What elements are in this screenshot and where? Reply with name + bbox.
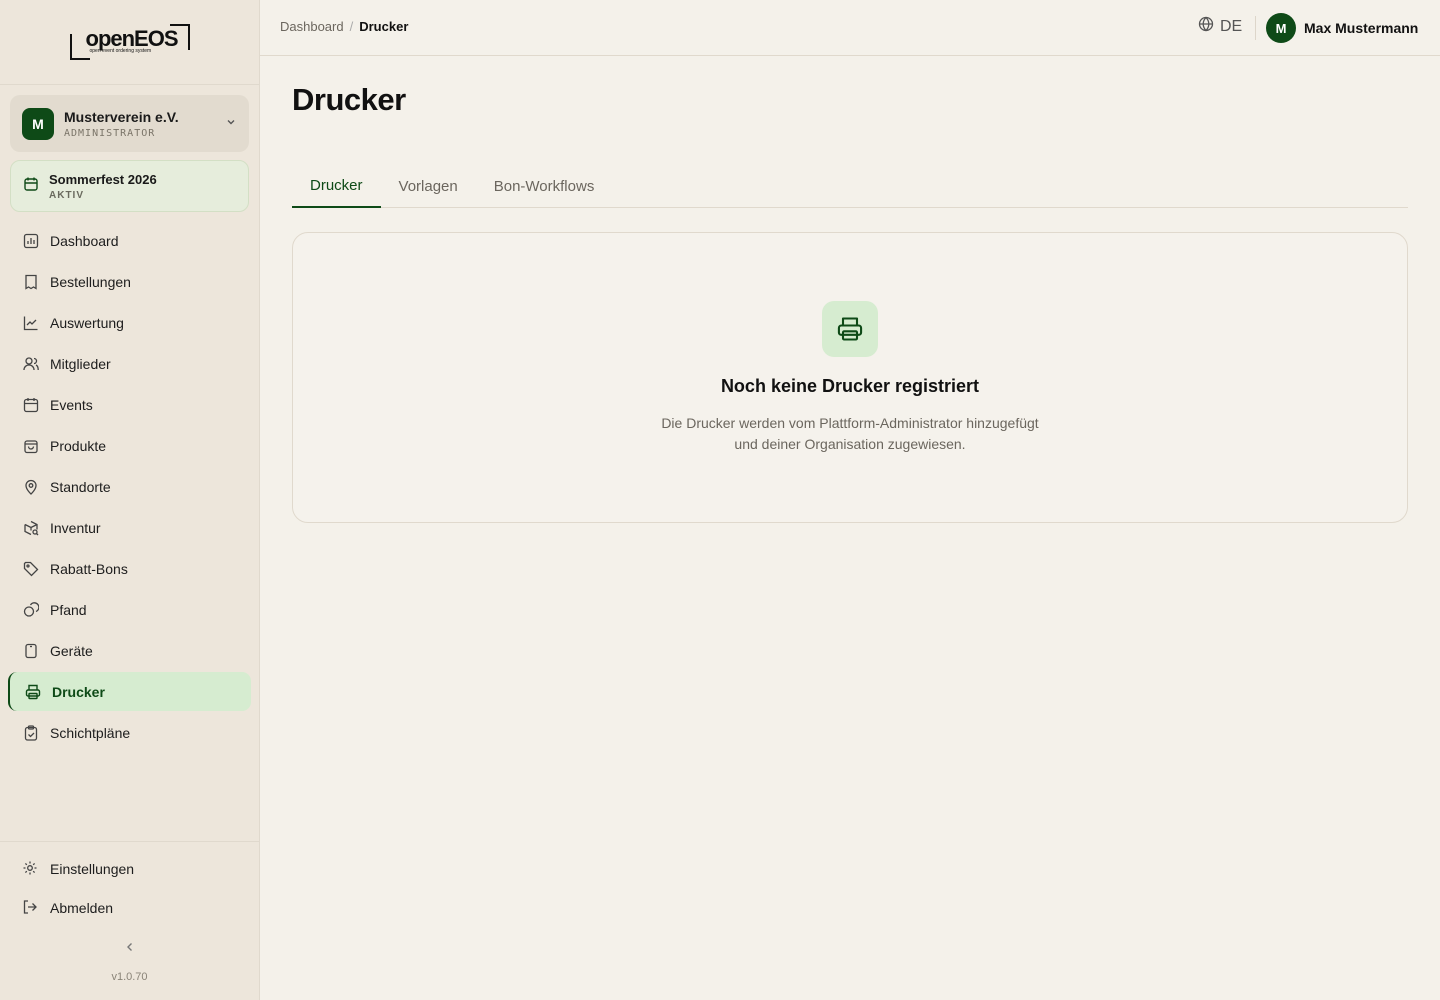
active-event-card[interactable]: Sommerfest 2026 AKTIV [10, 160, 249, 212]
sidebar-item-einstellungen[interactable]: Einstellungen [0, 849, 259, 888]
sidebar-item-label: Rabatt-Bons [50, 560, 128, 577]
app-version: v1.0.70 [111, 971, 148, 983]
sidebar-item-events[interactable]: Events [8, 385, 251, 424]
logo[interactable]: openEOS open event ordering system [69, 22, 190, 62]
sidebar-item-dashboard[interactable]: Dashboard [8, 221, 251, 260]
logout-button[interactable]: Abmelden [0, 888, 259, 927]
sidebar-nav: Dashboard Bestellungen Auswertung Mitgli… [8, 221, 251, 754]
empty-state-title: Noch keine Drucker registriert [720, 376, 980, 396]
tab-vorlagen[interactable]: Vorlagen [381, 164, 476, 208]
calendar-icon [23, 176, 39, 197]
sidebar-item-geraete[interactable]: Geräte [8, 631, 251, 670]
language-switcher[interactable]: DE [1198, 16, 1242, 37]
sidebar-item-bestellungen[interactable]: Bestellungen [8, 262, 251, 301]
sidebar-item-schichtplaene[interactable]: Schichtpläne [8, 713, 251, 752]
header-divider [1255, 16, 1256, 40]
calendar-icon [22, 396, 40, 414]
trend-icon [22, 314, 40, 332]
sidebar-item-auswertung[interactable]: Auswertung [8, 303, 251, 342]
sidebar-item-label: Dashboard [50, 232, 119, 249]
logo-area: openEOS open event ordering system [0, 0, 259, 85]
clipboard-check-icon [22, 724, 40, 742]
avatar: M [1266, 13, 1296, 43]
org-name: Musterverein e.V. [64, 108, 179, 125]
gear-icon [22, 860, 40, 878]
event-status: AKTIV [49, 189, 84, 201]
tab-bon-workflows[interactable]: Bon-Workflows [476, 164, 613, 208]
breadcrumb-current: Drucker [359, 19, 409, 34]
sidebar-item-label: Mitglieder [50, 355, 111, 372]
tab-drucker[interactable]: Drucker [292, 164, 381, 208]
empty-state-description: Die Drucker werden vom Plattform-Adminis… [661, 415, 1039, 452]
sidebar-item-standorte[interactable]: Standorte [8, 467, 251, 506]
sidebar-item-label: Schichtpläne [50, 724, 131, 741]
map-pin-icon [22, 478, 40, 496]
language-label: DE [1220, 17, 1243, 35]
empty-state-card: Noch keine Drucker registriert Die Druck… [292, 232, 1408, 523]
tab-bar: Drucker Vorlagen Bon-Workflows [292, 164, 1408, 208]
topbar: Dashboard / Drucker DE M Max Mustermann [260, 0, 1440, 56]
sidebar-item-pfand[interactable]: Pfand [8, 590, 251, 629]
org-role: ADMINISTRATOR [64, 127, 156, 139]
sidebar-item-inventur[interactable]: Inventur [8, 508, 251, 547]
receipt-icon [22, 273, 40, 291]
breadcrumb-separator: / [349, 19, 354, 34]
breadcrumb: Dashboard / Drucker [280, 19, 408, 34]
user-name: Max Mustermann [1304, 20, 1419, 36]
tablet-icon [22, 642, 40, 660]
sidebar-item-rabatt-bons[interactable]: Rabatt-Bons [8, 549, 251, 588]
chart-icon [22, 232, 40, 250]
sidebar-item-label: Geräte [50, 642, 93, 659]
collapse-sidebar-button[interactable] [120, 938, 140, 958]
tag-icon [22, 560, 40, 578]
chevron-left-icon [125, 939, 135, 957]
org-switcher[interactable]: M Musterverein e.V. ADMINISTRATOR [10, 95, 249, 152]
sidebar-footer: Einstellungen Abmelden [0, 841, 259, 927]
sidebar-item-label: Events [50, 396, 93, 413]
sidebar: openEOS open event ordering system M Mus… [0, 0, 260, 1000]
printer-icon [822, 301, 878, 357]
chevron-down-icon [225, 116, 237, 131]
coins-icon [22, 601, 40, 619]
logo-subtitle: open event ordering system [89, 48, 152, 54]
sidebar-item-label: Produkte [50, 437, 107, 454]
event-name: Sommerfest 2026 [49, 171, 157, 187]
package-search-icon [22, 519, 40, 537]
logout-label: Abmelden [50, 899, 114, 916]
sidebar-item-mitglieder[interactable]: Mitglieder [8, 344, 251, 383]
user-menu[interactable]: M Max Mustermann [1266, 13, 1418, 43]
globe-icon [1198, 16, 1214, 37]
page-title: Drucker [292, 82, 406, 117]
bag-icon [22, 437, 40, 455]
printer-icon [24, 683, 42, 701]
sidebar-item-label: Drucker [52, 683, 105, 700]
sidebar-item-label: Inventur [50, 519, 101, 536]
sidebar-item-label: Bestellungen [50, 273, 131, 290]
logout-icon [22, 899, 40, 917]
users-icon [22, 355, 40, 373]
sidebar-item-label: Standorte [50, 478, 111, 495]
breadcrumb-root[interactable]: Dashboard [280, 19, 344, 34]
org-avatar: M [22, 107, 54, 140]
sidebar-item-label: Pfand [50, 601, 87, 618]
settings-label: Einstellungen [50, 860, 135, 877]
sidebar-item-produkte[interactable]: Produkte [8, 426, 251, 465]
sidebar-item-drucker[interactable]: Drucker [8, 672, 251, 711]
sidebar-item-label: Auswertung [50, 314, 124, 331]
